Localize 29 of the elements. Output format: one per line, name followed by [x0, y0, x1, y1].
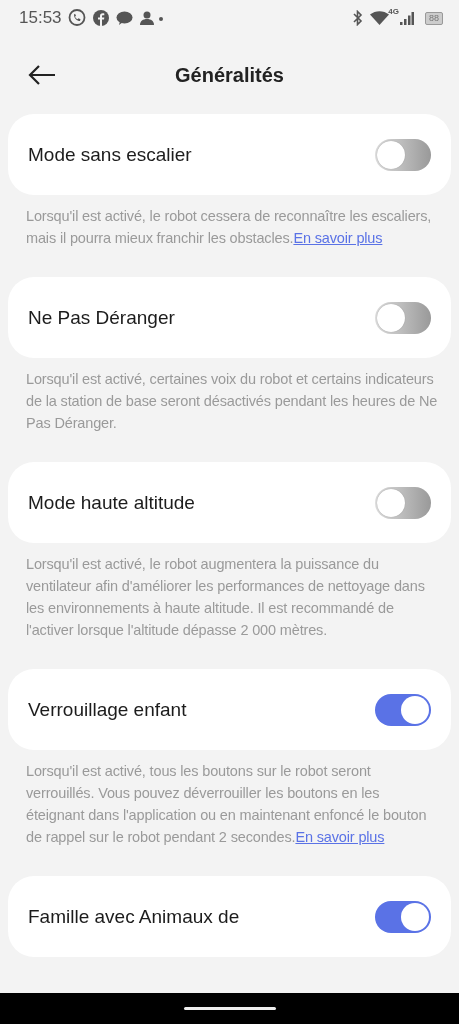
setting-label: Ne Pas Déranger [28, 305, 176, 330]
clock: 15:53 [19, 8, 62, 28]
person-icon [139, 11, 164, 25]
learn-more-link[interactable]: En savoir plus [293, 230, 383, 246]
setting-label: Verrouillage enfant [28, 697, 188, 722]
toggle-switch[interactable] [375, 486, 431, 519]
setting-description: Lorsqu'il est activé, le robot cessera de reconnaître les escaliers, mais il pourra mieux franchir les obstacles.En savoir plus [25, 207, 433, 248]
phone-bubble-icon [67, 9, 86, 27]
setting-label: Mode sans escalier [28, 142, 193, 167]
toggle-switch[interactable] [375, 138, 431, 171]
setting-label: Mode haute altitude [28, 490, 196, 515]
setting-description: Lorsqu'il est activé, certaines voix du robot et certains indicateurs de la station de base seront désactivés pendant les heures de Ne Pas Déranger. [25, 370, 439, 433]
learn-more-link[interactable]: En savoir plus [295, 829, 385, 845]
setting-description: Lorsqu'il est activé, le robot augmentera la puissance du ventilateur afin d'améliorer les performances de nettoyage dans les environnements à haute altitude. Il est recommandé de l'activer lorsque l'altitude dépasse 2 000 mètres. [25, 555, 426, 640]
bluetooth-icon [353, 10, 364, 26]
network-label: 4G [388, 7, 399, 16]
battery-indicator: 88 [425, 11, 443, 25]
home-indicator[interactable] [183, 1007, 276, 1010]
toggle-switch[interactable] [375, 693, 431, 726]
toggle-switch[interactable] [375, 900, 431, 933]
page-title: Généralités [174, 63, 285, 87]
circle-f-icon [92, 10, 109, 26]
wifi-icon [370, 11, 390, 25]
setting-label: Famille avec Animaux de [28, 904, 241, 929]
setting-description: Lorsqu'il est activé, tous les boutons sur le robot seront verrouillés. Vous pouvez déverrouiller les boutons en les éteignant dans l'application ou en maintenant enfoncé le bouton de rappel sur le robot pendant 2 secondes.En savoir plus [25, 762, 428, 847]
signal-icon [400, 11, 414, 25]
chat-icon [115, 10, 133, 26]
toggle-switch[interactable] [375, 301, 431, 334]
back-button[interactable] [28, 65, 56, 85]
